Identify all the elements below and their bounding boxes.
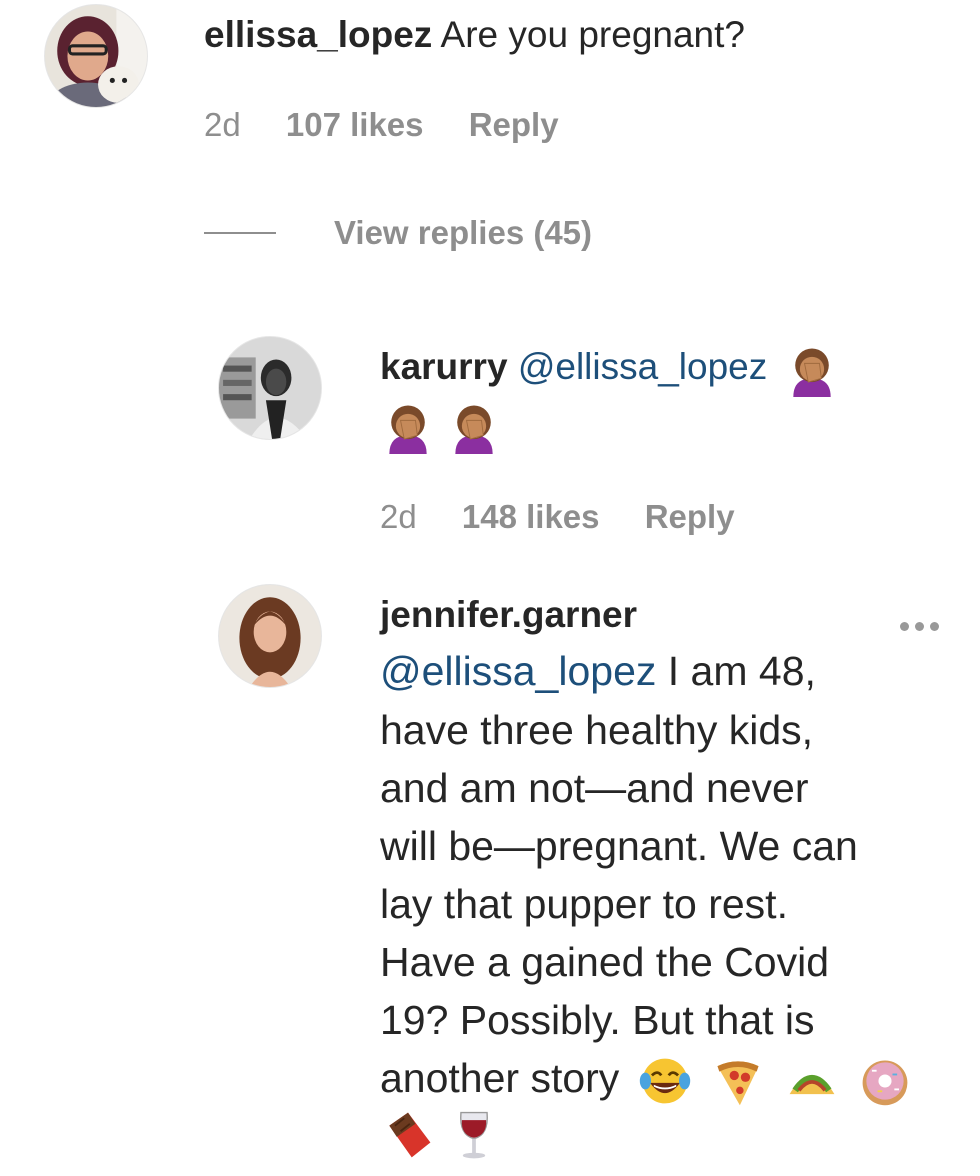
laughing-tears-emoji [637, 1053, 693, 1109]
reply-time: 2d [380, 498, 417, 535]
reply-body-line-3: and am not—and never [380, 765, 809, 811]
view-replies-button[interactable]: View replies (45) [204, 214, 592, 252]
reply-text-line: I am 48, [656, 648, 816, 694]
comment-username[interactable]: ellissa_lopez [204, 14, 432, 55]
more-options-button[interactable] [900, 618, 950, 642]
comment-time: 2d [204, 106, 241, 143]
chocolate-bar-emoji [380, 1107, 436, 1163]
reply-text-line: another story [380, 1055, 620, 1101]
comment-text: Are you pregnant? [440, 14, 745, 55]
reply-mention[interactable]: @ellissa_lopez [380, 648, 656, 694]
pizza-emoji [710, 1053, 766, 1109]
comment-ellissa-lopez: ellissa_lopez Are you pregnant? [204, 6, 745, 64]
reply-jennifer-garner-username: jennifer.garner [380, 586, 637, 644]
reply-body-line-1: @ellissa_lopez I am 48, [380, 642, 816, 700]
facepalm-woman-emoji [380, 398, 436, 454]
facepalm-woman-emoji [446, 398, 502, 454]
reply-karurry: karurry @ellissa_lopez [380, 338, 840, 398]
wine-glass-emoji [446, 1107, 502, 1163]
reply-body-line-4: will be—pregnant. We can [380, 823, 858, 869]
likes-count[interactable]: 148 likes [462, 498, 600, 535]
reply-body-line-6: Have a gained the Covid [380, 939, 830, 985]
reply-username[interactable]: jennifer.garner [380, 594, 637, 635]
reply-body-line-8: another story [380, 1049, 913, 1109]
avatar-ellissa-lopez[interactable] [44, 4, 148, 108]
donut-emoji [857, 1053, 913, 1109]
view-replies-divider [204, 232, 276, 234]
avatar-karurry[interactable] [218, 336, 322, 440]
reply-button[interactable]: Reply [645, 498, 735, 535]
view-replies-label: View replies (45) [334, 214, 593, 251]
avatar-jennifer-garner[interactable] [218, 584, 322, 688]
reply-karurry-emoji-row [380, 398, 502, 456]
taco-emoji [784, 1053, 840, 1109]
reply-body-line-7: 19? Possibly. But that is [380, 997, 815, 1043]
reply-username[interactable]: karurry [380, 346, 508, 387]
reply-mention[interactable]: @ellissa_lopez [518, 346, 767, 387]
reply-button[interactable]: Reply [469, 106, 559, 143]
facepalm-woman-emoji [784, 341, 840, 398]
reply-meta: 2d 148 likes Reply [380, 498, 771, 536]
comment-meta: 2d 107 likes Reply [204, 106, 595, 144]
reply-body-line-5: lay that pupper to rest. [380, 881, 788, 927]
likes-count[interactable]: 107 likes [286, 106, 424, 143]
reply-body-line-2: have three healthy kids, [380, 707, 814, 753]
reply-jennifer-emoji-row [380, 1107, 502, 1165]
